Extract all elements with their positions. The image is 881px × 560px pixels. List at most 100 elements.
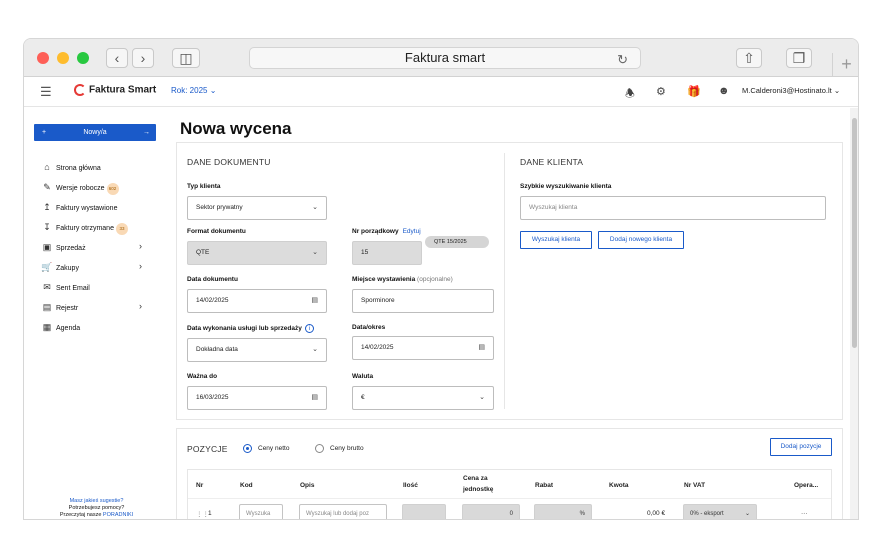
home-icon: ⌂ bbox=[44, 162, 50, 172]
chevron-right-icon[interactable]: › bbox=[139, 261, 142, 271]
search-client-button[interactable]: Wyszukaj klienta bbox=[520, 231, 592, 249]
download-icon: ↧ bbox=[43, 222, 51, 232]
net-prices-radio[interactable] bbox=[243, 444, 252, 453]
service-date-select[interactable]: Dokładna data ⌄ bbox=[187, 338, 327, 362]
service-date-value: Dokładna data bbox=[196, 346, 238, 353]
chevron-down-icon: ⌄ bbox=[209, 86, 217, 95]
description-input[interactable]: Wyszukaj lub dodaj poz bbox=[299, 504, 387, 519]
received-count-badge: 33 bbox=[115, 223, 128, 235]
gross-prices-label: Ceny brutto bbox=[330, 445, 364, 452]
unit-price-value: 0 bbox=[509, 511, 513, 517]
menu-icon[interactable]: ☰ bbox=[40, 84, 52, 100]
edit-number-link[interactable]: Edytuj bbox=[403, 228, 421, 235]
back-icon[interactable]: ‹ bbox=[106, 48, 128, 68]
reload-icon[interactable]: ↻ bbox=[617, 50, 628, 70]
client-section-title: DANE KLIENTA bbox=[520, 157, 584, 167]
gross-prices-radio[interactable] bbox=[315, 444, 324, 453]
close-window-button[interactable] bbox=[37, 52, 49, 64]
currency-select[interactable]: € ⌄ bbox=[352, 386, 494, 410]
add-position-button[interactable]: Dodaj pozycje bbox=[770, 438, 832, 456]
divider bbox=[504, 153, 505, 409]
minimize-window-button[interactable] bbox=[57, 52, 69, 64]
client-type-select[interactable]: Sektor prywatny ⌄ bbox=[187, 196, 327, 220]
page-scrollbar[interactable] bbox=[850, 108, 858, 519]
place-input[interactable]: Sporminore bbox=[352, 289, 494, 313]
cart-icon: 🛒 bbox=[41, 262, 53, 272]
unit-price-input[interactable]: 0 bbox=[462, 504, 520, 519]
sidebar-item-home[interactable]: ⌂ Strona główna bbox=[41, 160, 100, 174]
discount-input[interactable]: % bbox=[534, 504, 592, 519]
add-client-button[interactable]: Dodaj nowego klienta bbox=[598, 231, 684, 249]
column-header-unit-price: Cena za bbox=[463, 475, 488, 482]
calendar-icon[interactable]: ▤ bbox=[478, 337, 485, 359]
chevron-right-icon[interactable]: › bbox=[139, 301, 142, 311]
table-row: ⋮⋮ 1 Wyszuka Wyszukaj lub dodaj poz 0 % … bbox=[188, 498, 831, 519]
more-options-icon[interactable]: ··· bbox=[801, 510, 808, 517]
calendar-icon[interactable]: ▤ bbox=[311, 387, 318, 409]
forward-icon[interactable]: › bbox=[132, 48, 154, 68]
guides-link[interactable]: PORADNIKI bbox=[103, 512, 133, 518]
date-period-label: Data/okres bbox=[352, 324, 386, 331]
sidebar-item-received-invoices[interactable]: ↧ Faktury otrzymane 33 bbox=[41, 220, 128, 235]
sidebar-item-label: Faktury wystawione bbox=[56, 205, 118, 212]
chevron-right-icon[interactable]: › bbox=[139, 241, 142, 251]
sidebar-item-sent-email[interactable]: ✉ Sent Email bbox=[41, 280, 90, 294]
gift-icon[interactable]: 🎁 bbox=[687, 85, 701, 98]
user-menu[interactable]: M.Calderoni3@Hostinato.lt ⌄ bbox=[742, 86, 840, 95]
place-label-text: Miejsce wystawienia bbox=[352, 276, 416, 283]
column-header-nr: Nr bbox=[196, 482, 204, 489]
net-prices-label: Ceny netto bbox=[258, 445, 290, 452]
year-label: Rok: 2025 bbox=[171, 86, 208, 95]
sidebar-item-agenda[interactable]: ▦ Agenda bbox=[41, 320, 80, 334]
calendar-icon[interactable]: ▤ bbox=[311, 290, 318, 312]
service-date-label-text: Data wykonania usługi lub sprzedaży bbox=[187, 325, 302, 332]
help-suggestion-link[interactable]: Masz jakieś sugestie? bbox=[24, 498, 169, 505]
chevron-down-icon: ⌄ bbox=[312, 249, 318, 256]
share-icon[interactable]: ⇧ bbox=[736, 48, 762, 68]
positions-section-title: POZYCJE bbox=[187, 444, 228, 454]
number-field: 15 bbox=[352, 241, 422, 265]
sidebar-item-label: Faktury otrzymane bbox=[56, 225, 114, 232]
discount-unit: % bbox=[579, 511, 585, 517]
page-heading: Nowa wycena bbox=[180, 119, 292, 138]
new-document-button[interactable]: + Nowy/a → bbox=[34, 124, 156, 141]
valid-until-label: Ważna do bbox=[187, 373, 218, 380]
format-select[interactable]: QTE ⌄ bbox=[187, 241, 327, 265]
address-bar[interactable]: Faktura smart ↻ bbox=[249, 47, 641, 69]
client-type-label: Typ klienta bbox=[187, 183, 221, 190]
sidebar-item-label: Agenda bbox=[56, 325, 81, 332]
sidebar-item-drafts[interactable]: ✎ Wersje robocze 602 bbox=[41, 180, 119, 195]
user-icon[interactable]: ☻ bbox=[718, 85, 730, 97]
code-input[interactable]: Wyszuka bbox=[239, 504, 283, 519]
sidebar-item-sales[interactable]: ▣ Sprzedaż bbox=[41, 240, 86, 254]
maximize-window-button[interactable] bbox=[77, 52, 89, 64]
bell-icon[interactable]: 🕭 bbox=[625, 85, 635, 104]
scrollbar-thumb[interactable] bbox=[852, 118, 857, 348]
column-header-operations: Opera... bbox=[794, 482, 819, 489]
amount-value: 0,00 € bbox=[647, 510, 666, 517]
sidebar-item-purchases[interactable]: 🛒 Zakupy bbox=[41, 260, 79, 274]
quantity-input[interactable] bbox=[402, 504, 446, 519]
document-date-input[interactable]: 14/02/2025 ▤ bbox=[187, 289, 327, 313]
info-icon[interactable]: i bbox=[304, 324, 314, 333]
year-selector[interactable]: Rok: 2025 ⌄ bbox=[171, 86, 216, 95]
tabs-overview-icon[interactable]: ❐ bbox=[786, 48, 812, 68]
code-placeholder: Wyszuka bbox=[246, 511, 271, 517]
date-period-input[interactable]: 14/02/2025 ▤ bbox=[352, 336, 494, 360]
sidebar-item-issued-invoices[interactable]: ↥ Faktury wystawione bbox=[41, 200, 117, 214]
client-search-input[interactable]: Wyszukaj klienta bbox=[520, 196, 826, 220]
brand-logo[interactable]: Faktura Smart bbox=[74, 84, 156, 96]
email-icon: ✉ bbox=[43, 282, 51, 292]
client-search-placeholder: Wyszukaj klienta bbox=[529, 204, 578, 211]
sidebar-item-label: Wersje robocze bbox=[56, 185, 105, 192]
sidebar-toggle-icon[interactable]: ◫ bbox=[172, 48, 200, 68]
vat-value: 0% - eksport bbox=[690, 511, 724, 517]
place-value: Sporminore bbox=[361, 297, 395, 304]
gear-icon[interactable]: ⚙ bbox=[656, 85, 666, 98]
valid-until-input[interactable]: 16/03/2025 ▤ bbox=[187, 386, 327, 410]
column-header-quantity: Ilość bbox=[403, 482, 418, 489]
sidebar-item-register[interactable]: ▤ Rejestr bbox=[41, 300, 78, 314]
new-tab-icon[interactable]: + bbox=[832, 53, 858, 77]
description-placeholder: Wyszukaj lub dodaj poz bbox=[306, 511, 369, 517]
vat-select[interactable]: 0% - eksport ⌄ bbox=[683, 504, 757, 519]
